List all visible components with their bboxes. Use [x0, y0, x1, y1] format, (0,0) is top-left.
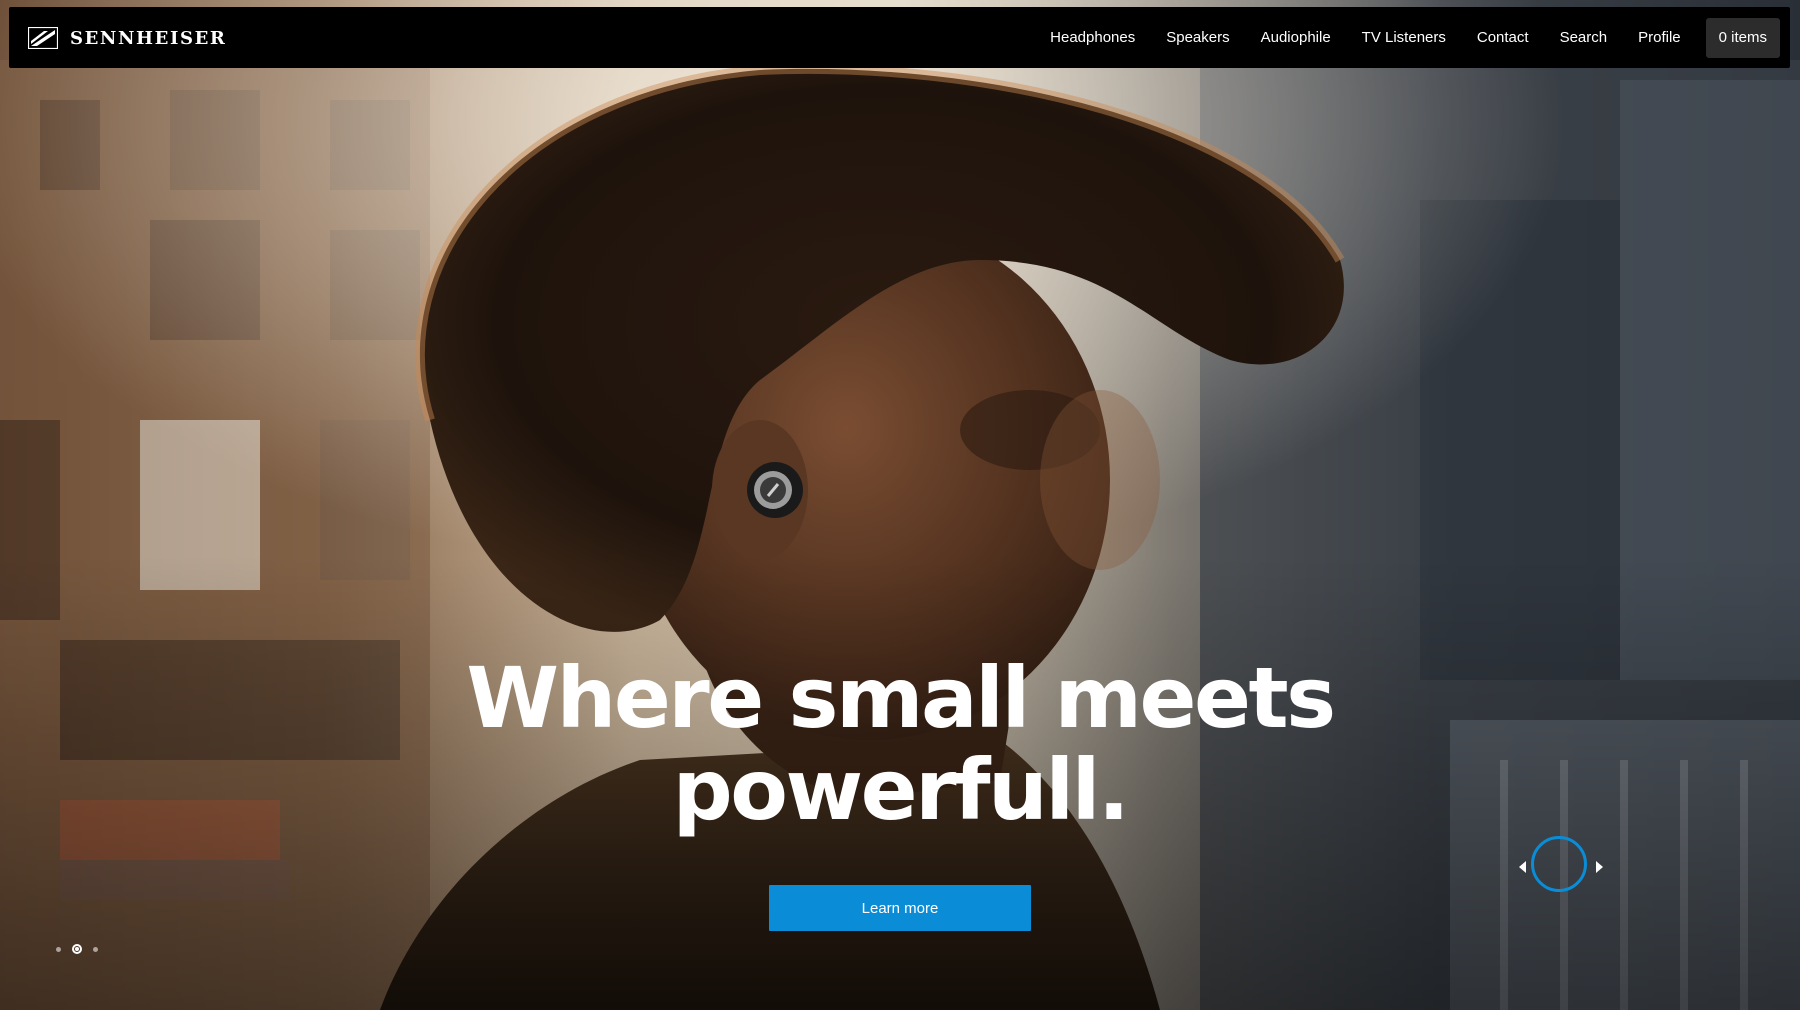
brand-name: SENNHEISER	[70, 27, 227, 49]
slide-dot-3[interactable]	[93, 946, 98, 952]
nav-item-tv-listeners[interactable]: TV Listeners	[1362, 29, 1446, 46]
learn-more-button[interactable]: Learn more	[769, 885, 1031, 931]
nav-item-search[interactable]: Search	[1560, 29, 1608, 46]
brand-logo[interactable]: SENNHEISER	[28, 24, 226, 52]
sennheiser-logo-icon	[28, 27, 58, 49]
slide-dot-2[interactable]	[72, 944, 82, 954]
nav-item-audiophile[interactable]: Audiophile	[1261, 29, 1331, 46]
top-navbar: SENNHEISER Headphones Speakers Audiophil…	[9, 7, 1790, 68]
slide-dot-1[interactable]	[56, 946, 61, 952]
nav-menu: Headphones Speakers Audiophile TV Listen…	[1050, 17, 1780, 58]
nav-item-speakers[interactable]: Speakers	[1166, 29, 1229, 46]
autoplay-ring-icon[interactable]	[1531, 836, 1587, 892]
nav-item-contact[interactable]: Contact	[1477, 29, 1529, 46]
slide-pagination	[56, 944, 109, 954]
hero-headline: Where small meets powerfull.	[0, 652, 1800, 836]
hero-headline-line2: powerfull.	[672, 741, 1130, 839]
hero-section: SENNHEISER Headphones Speakers Audiophil…	[0, 0, 1800, 1010]
slider-controls	[1515, 836, 1607, 898]
cart-button[interactable]: 0 items	[1705, 17, 1780, 58]
hero-headline-line1: Where small meets	[466, 649, 1336, 747]
nav-item-profile[interactable]: Profile	[1638, 29, 1681, 46]
chevron-left-icon[interactable]	[1519, 861, 1526, 873]
chevron-right-icon[interactable]	[1596, 861, 1603, 873]
nav-item-headphones[interactable]: Headphones	[1050, 29, 1135, 46]
